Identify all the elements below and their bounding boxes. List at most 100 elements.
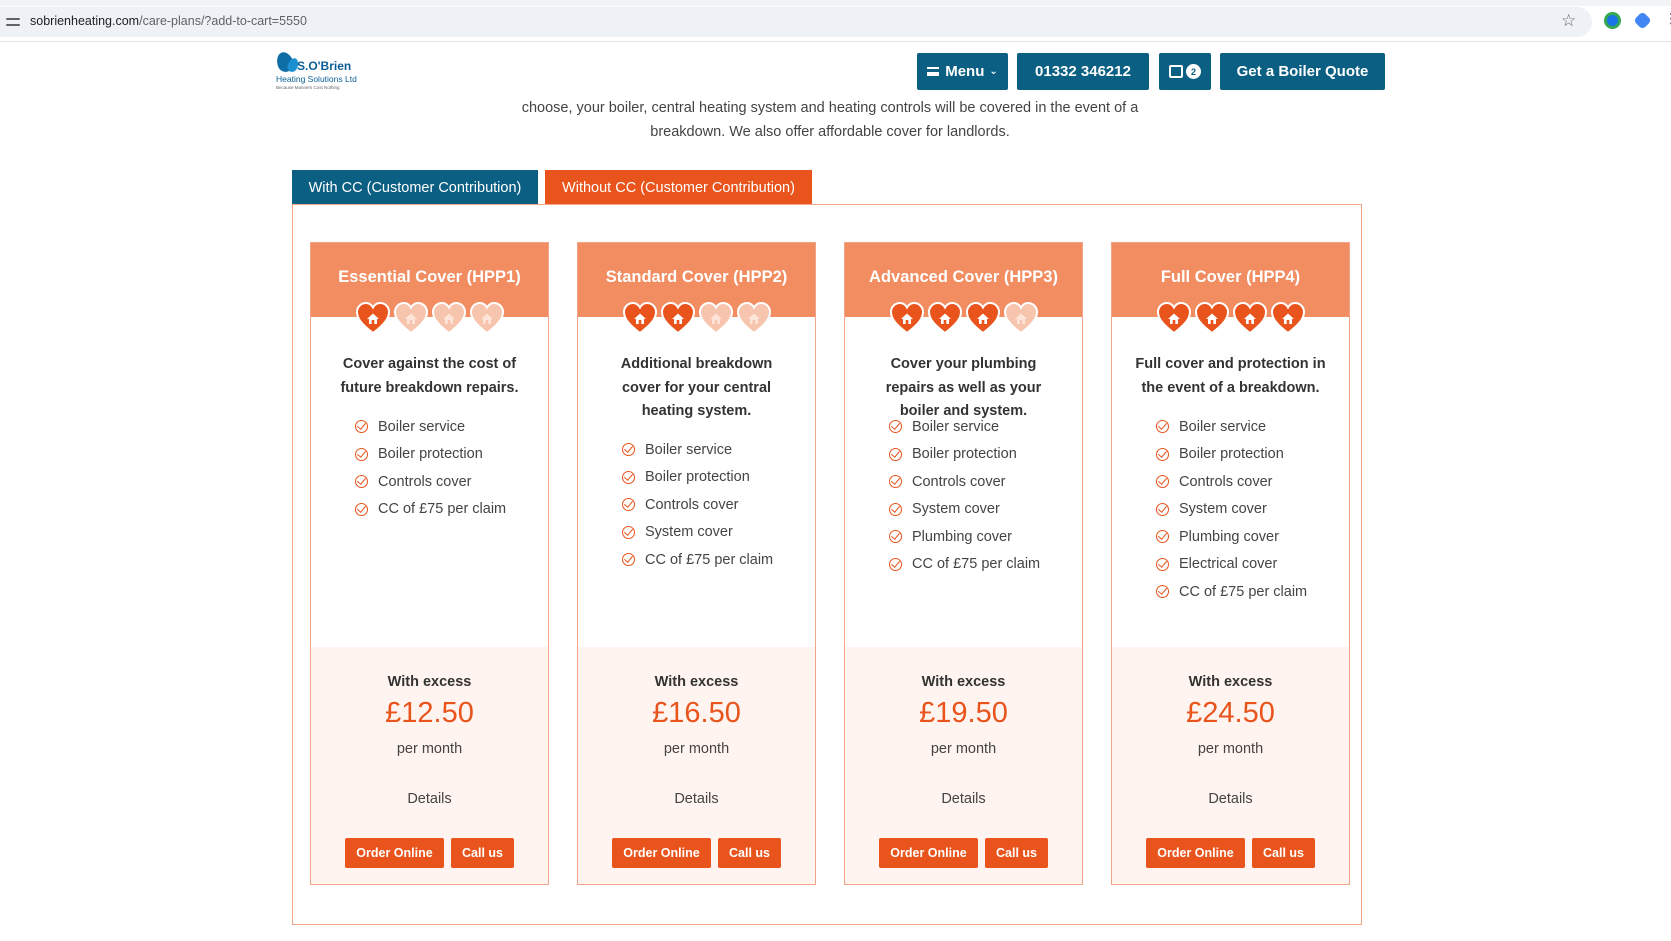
plan-price: £16.50 [652, 697, 741, 729]
plan-feature-item: CC of £75 per claim [889, 551, 1040, 579]
plan-details-link[interactable]: Details [578, 791, 815, 807]
hamburger-icon [927, 67, 940, 76]
chevron-down-icon: ⌄ [989, 66, 998, 77]
plan-details-link[interactable]: Details [311, 791, 548, 807]
plan-period: per month [396, 741, 463, 757]
more-menu-icon[interactable]: ⋮ [1664, 10, 1671, 27]
heart-empty-icon [431, 301, 466, 335]
plan-feature-label: Boiler service [912, 418, 1000, 435]
check-circle-icon [622, 443, 635, 457]
tab-with-cc[interactable]: With CC (Customer Contribution) [292, 170, 538, 205]
site-info-icon[interactable] [6, 15, 20, 29]
phone-button[interactable]: 01332 346212 [1017, 53, 1149, 90]
check-circle-icon [889, 502, 902, 516]
heart-filled-icon [1194, 301, 1229, 335]
plan-card: Essential Cover (HPP1) Cover against the … [310, 242, 549, 885]
call-us-button[interactable]: Call us [1252, 838, 1315, 868]
plan-feature-item: Controls cover [889, 468, 1040, 496]
plan-description: Additional breakdown cover for your cent… [620, 356, 773, 419]
plan-pricing: With excess £24.50 per month Details Order O… [1112, 647, 1349, 884]
intro-line: choose, your boiler, central heating sys… [521, 100, 1139, 116]
check-circle-icon [1156, 420, 1169, 434]
heart-filled-icon [1232, 301, 1267, 335]
cart-button[interactable]: 2 [1159, 53, 1211, 90]
call-us-button[interactable]: Call us [451, 838, 514, 868]
plan-feature-item: Plumbing cover [1156, 523, 1307, 551]
check-circle-icon [889, 475, 902, 489]
plan-features-list: Boiler service Boiler protection Controls … [355, 413, 506, 523]
plan-pricing: With excess £16.50 per month Details Order O… [578, 647, 815, 884]
plan-feature-item: Electrical cover [1156, 551, 1307, 579]
plan-feature-label: Boiler protection [1179, 446, 1284, 463]
logo-brand: S.O'Brien [297, 59, 352, 73]
plan-feature-label: Plumbing cover [1179, 528, 1279, 545]
plan-price: £12.50 [385, 697, 474, 729]
intro-text: choose, your boiler, central heating sys… [480, 96, 1180, 144]
order-online-button[interactable]: Order Online [345, 838, 444, 868]
tab-without-cc[interactable]: Without CC (Customer Contribution) [545, 170, 812, 205]
plan-card: Full Cover (HPP4) Full cover and protecti… [1111, 242, 1350, 885]
plan-feature-item: Controls cover [355, 468, 506, 496]
plan-excess-label: With excess [921, 674, 1006, 690]
tab-strip [0, 0, 1671, 6]
plan-title: Essential Cover (HPP1) [338, 268, 521, 286]
plan-details-link[interactable]: Details [845, 791, 1082, 807]
call-us-button[interactable]: Call us [985, 838, 1048, 868]
check-circle-icon [889, 420, 902, 434]
plan-feature-label: Boiler service [378, 418, 466, 435]
plan-price: £19.50 [919, 697, 1008, 729]
check-circle-icon [1156, 530, 1169, 544]
call-us-button[interactable]: Call us [718, 838, 781, 868]
address-bar[interactable]: sobrienheating.com/care-plans/?add-to-ca… [0, 7, 1592, 37]
order-online-button[interactable]: Order Online [1146, 838, 1245, 868]
heart-filled-icon [660, 301, 695, 335]
plan-feature-item: Boiler protection [355, 441, 506, 469]
extension-icon[interactable] [1633, 11, 1652, 30]
menu-label: Menu [945, 63, 985, 80]
plan-feature-item: System cover [622, 519, 773, 547]
check-circle-icon [1156, 502, 1169, 516]
site-logo[interactable]: S.O'Brien Heating Solutions Ltd Because … [274, 49, 385, 92]
plan-feature-label: Boiler protection [912, 446, 1017, 463]
check-circle-icon [1156, 447, 1169, 461]
heart-filled-icon [355, 301, 390, 335]
order-online-button[interactable]: Order Online [879, 838, 978, 868]
plan-feature-label: CC of £75 per claim [912, 556, 1041, 573]
check-circle-icon [355, 447, 368, 461]
plan-level-hearts [311, 301, 548, 335]
plan-period: per month [663, 741, 730, 757]
order-online-button[interactable]: Order Online [612, 838, 711, 868]
plan-description: Full cover and protection in the event o… [1135, 356, 1326, 396]
plan-feature-item: Controls cover [1156, 468, 1307, 496]
extension-icon[interactable] [1604, 12, 1621, 29]
cart-count-badge: 2 [1186, 64, 1201, 79]
plan-title: Standard Cover (HPP2) [605, 268, 788, 286]
url-text[interactable]: sobrienheating.com/care-plans/?add-to-ca… [30, 14, 307, 28]
plan-feature-label: Plumbing cover [912, 528, 1012, 545]
menu-button[interactable]: Menu ⌄ [917, 53, 1008, 90]
plan-details-link[interactable]: Details [1112, 791, 1349, 807]
plan-features-list: Boiler service Boiler protection Controls … [622, 436, 773, 574]
plan-feature-item: Plumbing cover [889, 523, 1040, 551]
bookmark-star-icon[interactable]: ☆ [1561, 10, 1576, 32]
plan-feature-item: Boiler protection [1156, 441, 1307, 469]
boiler-quote-button[interactable]: Get a Boiler Quote [1220, 53, 1385, 90]
cart-icon [1169, 65, 1183, 78]
intro-line: breakdown. We also offer affordable cove… [650, 124, 1010, 140]
plan-card: Advanced Cover (HPP3) Cover your plumbing… [844, 242, 1083, 885]
plan-title: Advanced Cover (HPP3) [869, 268, 1058, 286]
plan-feature-item: Boiler protection [622, 464, 773, 492]
plan-excess-label: With excess [387, 674, 472, 690]
check-circle-icon [889, 557, 902, 571]
heart-filled-icon [622, 301, 657, 335]
heart-empty-icon [736, 301, 771, 335]
heart-empty-icon [469, 301, 504, 335]
plan-level-hearts [845, 301, 1082, 335]
plan-features-list: Boiler service Boiler protection Controls … [889, 413, 1040, 578]
plan-feature-label: Controls cover [912, 473, 1006, 490]
plan-level-hearts [1112, 301, 1349, 335]
plan-feature-label: Boiler service [645, 441, 733, 458]
plan-features-list: Boiler service Boiler protection Controls … [1156, 413, 1307, 606]
logo-tagline: Because Manners Cost Nothing [276, 85, 340, 90]
heart-filled-icon [1156, 301, 1191, 335]
